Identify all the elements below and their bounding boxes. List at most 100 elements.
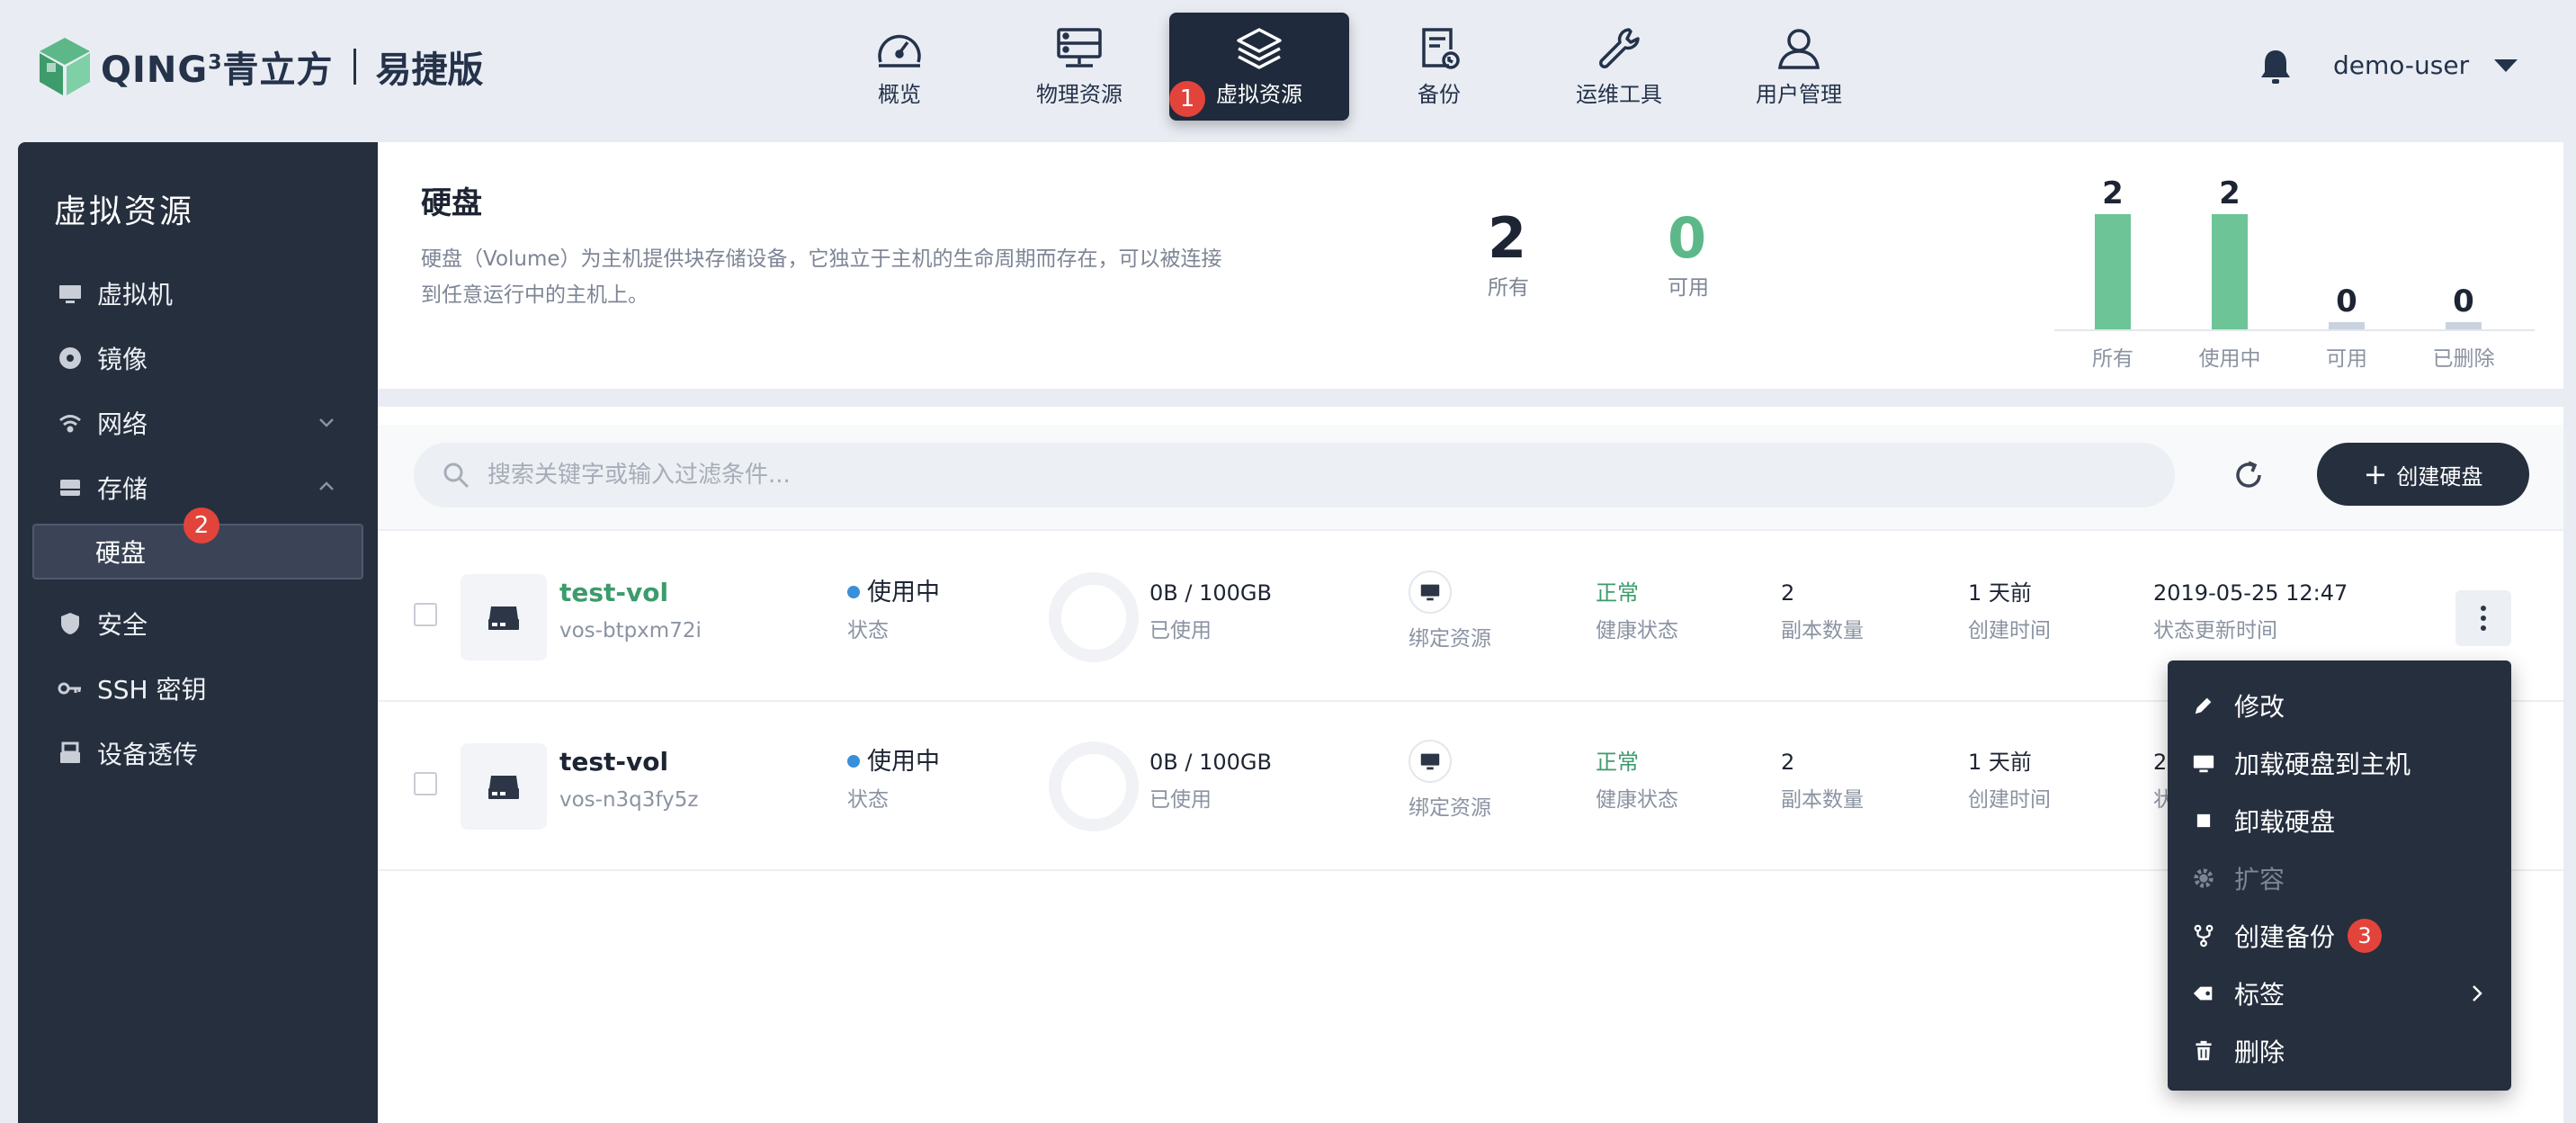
health-value: 正常 [1596,750,1639,775]
usage-ring [1049,572,1139,662]
step-badge-2: 2 [183,508,219,544]
disk-icon [461,574,547,660]
nav-physical-resources[interactable]: 物理资源 [989,13,1169,121]
pencil-icon [2191,693,2216,718]
nav-label: 运维工具 [1576,81,1662,107]
nav-backup[interactable]: 备份 [1349,13,1529,121]
status-value: 使用中 [867,579,940,606]
health-cell: 正常 健康状态 [1596,747,1678,815]
menu-item-edit[interactable]: 修改 [2168,677,2511,734]
disk-icon [461,743,547,830]
user-menu[interactable]: demo-user [2333,50,2518,80]
bound-monitor-icon[interactable] [1409,740,1452,783]
chart-category-label: 使用中 [2199,347,2261,371]
volume-id: vos-n3q3fy5z [559,788,699,812]
nav-user-management[interactable]: 用户管理 [1709,13,1889,121]
bind-label: 绑定资源 [1409,796,1491,820]
usage-ring [1049,741,1139,831]
menu-item-create-backup[interactable]: 创建备份 3 [2168,907,2511,965]
status-dot [847,586,860,598]
status-label: 状态 [847,619,889,642]
row-checkbox[interactable] [414,603,437,626]
sidebar-item-ssh-key[interactable]: SSH 密钥 [18,661,378,715]
volume-name-link[interactable]: test-vol [559,747,698,777]
menu-item-label: 卸载硬盘 [2234,807,2336,837]
updated-label: 状态更新时间 [2153,619,2277,642]
chart-bar [2329,322,2365,329]
brand-edition: 易捷版 [375,49,484,91]
search-input[interactable] [486,461,2105,490]
stat-label: 可用 [1668,276,1709,300]
chevron-down-icon [319,418,334,427]
nav-virtual-resources[interactable]: 虚拟资源 1 [1169,13,1349,121]
usage-value: 0B / 100GB [1149,750,1272,775]
replicas-value: 2 [1781,580,1795,606]
sidebar-item-network[interactable]: 网络 [18,396,378,450]
plus-icon: + [2363,457,2388,491]
sidebar-item-storage[interactable]: 存储 [18,461,378,515]
bind-label: 绑定资源 [1409,627,1491,651]
row-checkbox[interactable] [414,772,437,795]
shield-icon [58,611,83,636]
usage-cell: 0B / 100GB 已使用 [1149,747,1272,815]
chart-value-label: 0 [2453,283,2474,319]
sidebar-item-device-passthrough[interactable]: 设备透传 [18,726,378,780]
step-badge-1: 1 [1169,81,1205,117]
create-volume-button[interactable]: + 创建硬盘 [2317,443,2529,506]
usage-value: 0B / 100GB [1149,580,1272,606]
chart-value-label: 2 [2219,175,2241,211]
sidebar-item-vm[interactable]: 虚拟机 [18,266,378,320]
sidebar: 虚拟资源 虚拟机 镜像 网络 存储 硬盘 2 安全 SSH 密钥 设备透传 [18,142,378,1123]
chevron-down-icon [2494,58,2518,72]
toolbar: + 创建硬盘 [378,425,2563,531]
nav-overview[interactable]: 概览 [809,13,989,121]
brand-logo[interactable]: QING3青立方 易捷版 [38,34,484,99]
menu-item-tags[interactable]: 标签 [2168,965,2511,1022]
status-dot [847,755,860,768]
page-title: 硬盘 [421,185,482,221]
nav-ops-tools[interactable]: 运维工具 [1529,13,1709,121]
dashboard-icon [878,34,921,67]
backup-icon [1422,27,1460,69]
brand-name: QING3青立方 [101,49,334,91]
row-more-button[interactable] [2455,590,2511,646]
sidebar-title: 虚拟资源 [54,193,195,230]
updated-value: 2019-05-25 12:47 [2153,580,2348,606]
status-cell: 使用中 状态 [847,747,940,815]
health-value: 正常 [1596,580,1639,606]
sidebar-item-security[interactable]: 安全 [18,597,378,651]
created-cell: 1 天前 创建时间 [1968,578,2051,646]
menu-item-attach[interactable]: 加载硬盘到主机 [2168,734,2511,792]
trash-icon [2191,1038,2216,1064]
disc-icon [58,346,83,371]
sidebar-item-label: 网络 [97,409,148,439]
menu-item-delete[interactable]: 删除 [2168,1022,2511,1080]
layers-icon [1237,27,1282,69]
sidebar-item-label: SSH 密钥 [97,675,207,705]
volume-name-link[interactable]: test-vol [559,578,702,608]
top-bar: QING3青立方 易捷版 概览 物理资源 虚拟资源 1 备份 运维工具 用户管理… [0,0,2576,135]
sidebar-item-image[interactable]: 镜像 [18,331,378,385]
stat-value: 2 [1488,205,1527,271]
volume-name-cell: test-vol vos-btpxm72i [559,578,702,646]
volume-status-chart: 2 所有 2 使用中 0 可用 0 已删除 [2054,175,2535,371]
device-icon [58,741,83,766]
row-action-menu: 修改 加载硬盘到主机 卸载硬盘 扩容 创建备份 3 标签 删除 [2168,660,2511,1091]
sidebar-item-label: 镜像 [97,345,148,374]
chevron-right-icon [2473,985,2482,1002]
stat-available: 0 可用 [1668,207,1709,301]
menu-item-detach[interactable]: 卸载硬盘 [2168,792,2511,849]
stat-value: 0 [1668,205,1707,271]
volume-name-cell: test-vol vos-n3q3fy5z [559,747,698,815]
wrench-icon [1599,27,1640,68]
search-box[interactable] [414,443,2175,508]
usage-cell: 0B / 100GB 已使用 [1149,578,1272,646]
bell-icon[interactable] [2258,47,2294,86]
sidebar-item-label: 虚拟机 [97,280,174,310]
square-icon [2191,808,2216,833]
refresh-icon[interactable] [2231,457,2267,493]
stat-all: 2 所有 [1488,207,1529,301]
menu-item-resize[interactable]: 扩容 [2168,849,2511,907]
replicas-label: 副本数量 [1781,788,1864,812]
bound-monitor-icon[interactable] [1409,570,1452,614]
